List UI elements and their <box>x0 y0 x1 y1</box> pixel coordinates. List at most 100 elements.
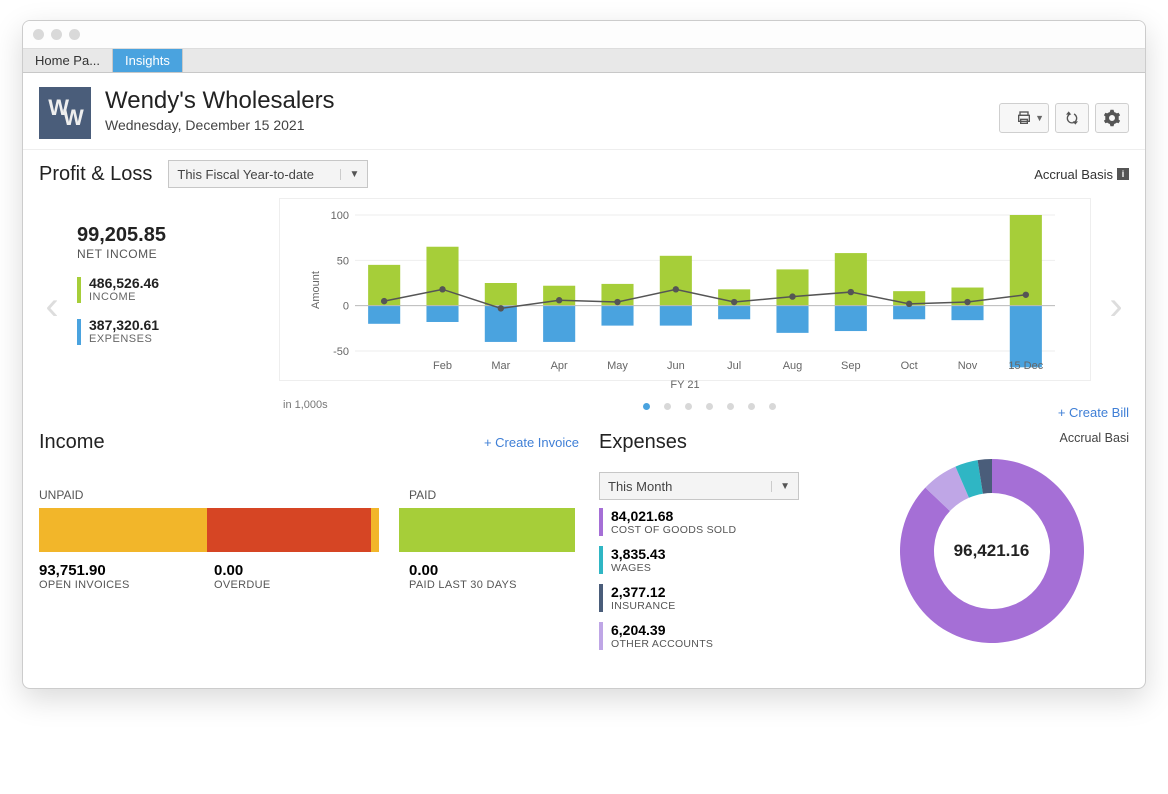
pl-chart: -50 0 50 100 Amount Feb Mar Apr May Jun Jul Aug Sep O… <box>279 198 1091 381</box>
paid-bar[interactable] <box>399 508 575 552</box>
income-value: 486,526.46 <box>89 275 159 291</box>
expense-item[interactable]: 84,021.68COST OF GOODS SOLD <box>599 508 834 536</box>
traffic-light-close[interactable] <box>33 29 44 40</box>
svg-text:Aug: Aug <box>783 360 803 372</box>
expense-label: OTHER ACCOUNTS <box>611 638 713 650</box>
expense-item[interactable]: 2,377.12INSURANCE <box>599 584 834 612</box>
current-date: Wednesday, December 15 2021 <box>105 117 335 133</box>
open-invoices-label: OPEN INVOICES <box>39 579 214 591</box>
svg-text:Jul: Jul <box>727 360 741 372</box>
unpaid-label: UNPAID <box>39 488 214 502</box>
sliver-bar <box>371 508 379 552</box>
svg-text:Amount: Amount <box>310 271 322 309</box>
svg-text:Sep: Sep <box>841 360 861 372</box>
expenses-label: EXPENSES <box>89 333 159 345</box>
income-bars <box>39 508 579 552</box>
expense-item[interactable]: 3,835.43WAGES <box>599 546 834 574</box>
expense-item[interactable]: 6,204.39OTHER ACCOUNTS <box>599 622 834 650</box>
svg-text:Nov: Nov <box>958 360 978 372</box>
pl-range-select[interactable]: This Fiscal Year-to-date ▼ <box>168 160 368 188</box>
chart-pager <box>328 397 1091 414</box>
paid-label: PAID <box>409 488 579 502</box>
net-income-value: 99,205.85 <box>77 224 267 247</box>
expense-value: 2,377.12 <box>611 584 676 600</box>
tab-insights[interactable]: Insights <box>113 49 183 72</box>
accrual-basis-toggle[interactable]: Accrual Basis i <box>1034 167 1129 182</box>
pager-dot[interactable] <box>727 403 734 410</box>
pager-dot[interactable] <box>706 403 713 410</box>
pager-dot[interactable] <box>748 403 755 410</box>
pl-chart-svg: -50 0 50 100 Amount Feb Mar Apr May Jun Jul Aug Sep O… <box>280 205 1090 375</box>
svg-text:15 Dec: 15 Dec <box>1008 360 1043 372</box>
window-titlebar <box>23 21 1145 49</box>
expense-label: INSURANCE <box>611 600 676 612</box>
svg-text:May: May <box>607 360 628 372</box>
svg-text:0: 0 <box>343 301 349 313</box>
expense-value: 6,204.39 <box>611 622 713 638</box>
open-invoices-bar[interactable] <box>39 508 207 552</box>
svg-text:Apr: Apr <box>551 360 568 372</box>
pager-dot[interactable] <box>643 403 650 410</box>
refresh-button[interactable] <box>1055 103 1089 133</box>
pager-dot[interactable] <box>664 403 671 410</box>
app-window: Home Pa... Insights WW Wendy's Wholesale… <box>22 20 1146 689</box>
expense-label: COST OF GOODS SOLD <box>611 524 736 536</box>
traffic-light-min[interactable] <box>51 29 62 40</box>
header-actions: ▼ <box>999 103 1129 133</box>
pl-range-value: This Fiscal Year-to-date <box>177 167 314 182</box>
tab-home[interactable]: Home Pa... <box>23 49 113 72</box>
company-logo: WW <box>39 87 91 139</box>
traffic-light-max[interactable] <box>69 29 80 40</box>
chart-next-arrow[interactable]: › <box>1103 198 1129 415</box>
expenses-donut: 96,421.16 <box>892 451 1092 651</box>
tab-bar: Home Pa... Insights <box>23 49 1145 73</box>
expenses-range-select[interactable]: This Month ▼ <box>599 472 799 500</box>
svg-text:Mar: Mar <box>491 360 510 372</box>
expense-value: 3,835.43 <box>611 546 666 562</box>
svg-text:Jun: Jun <box>667 360 685 372</box>
svg-text:Feb: Feb <box>433 360 452 372</box>
expenses-basis: Accrual Basi <box>1060 431 1129 445</box>
pl-fy-label: FY 21 <box>279 379 1091 391</box>
svg-text:Oct: Oct <box>901 360 918 372</box>
pl-title: Profit & Loss <box>39 163 152 186</box>
income-swatch <box>77 277 81 303</box>
chevron-down-icon: ▼ <box>771 481 790 492</box>
income-label: INCOME <box>89 291 159 303</box>
create-invoice-link[interactable]: + Create Invoice <box>484 435 579 450</box>
chevron-down-icon: ▼ <box>1035 113 1044 123</box>
expenses-range-value: This Month <box>608 479 672 494</box>
chart-prev-arrow[interactable]: ‹ <box>39 198 65 415</box>
bottom-panels: Income + Create Invoice UNPAID PAID 93,7… <box>23 423 1145 688</box>
expense-swatch <box>599 546 603 574</box>
chevron-down-icon: ▼ <box>340 169 359 180</box>
expenses-title: Expenses <box>599 431 687 454</box>
overdue-bar[interactable] <box>207 508 371 552</box>
pager-dot[interactable] <box>769 403 776 410</box>
svg-text:-50: -50 <box>333 346 349 358</box>
overdue-label: OVERDUE <box>214 579 389 591</box>
pl-body: ‹ 99,205.85 NET INCOME 486,526.46 INCOME… <box>23 198 1145 423</box>
expenses-swatch <box>77 319 81 345</box>
expenses-value: 387,320.61 <box>89 317 159 333</box>
expense-swatch <box>599 508 603 536</box>
svg-text:100: 100 <box>331 210 349 222</box>
pager-dot[interactable] <box>685 403 692 410</box>
expense-swatch <box>599 622 603 650</box>
info-icon: i <box>1117 168 1129 180</box>
expense-swatch <box>599 584 603 612</box>
print-button[interactable]: ▼ <box>999 103 1049 133</box>
settings-button[interactable] <box>1095 103 1129 133</box>
expenses-total: 96,421.16 <box>954 541 1030 561</box>
paid-label-sub: PAID LAST 30 DAYS <box>409 579 579 591</box>
create-bill-link[interactable]: + Create Bill <box>1058 405 1129 431</box>
pl-legend: 99,205.85 NET INCOME 486,526.46 INCOME 3… <box>77 198 267 415</box>
paid-value: 0.00 <box>409 562 579 579</box>
pl-scale-note: in 1,000s <box>283 399 328 411</box>
pl-controls: Profit & Loss This Fiscal Year-to-date ▼… <box>23 149 1145 198</box>
svg-text:50: 50 <box>337 255 349 267</box>
overdue-value: 0.00 <box>214 562 389 579</box>
header: WW Wendy's Wholesalers Wednesday, Decemb… <box>23 73 1145 149</box>
net-income-label: NET INCOME <box>77 247 267 261</box>
income-panel: Income + Create Invoice UNPAID PAID 93,7… <box>39 431 579 660</box>
